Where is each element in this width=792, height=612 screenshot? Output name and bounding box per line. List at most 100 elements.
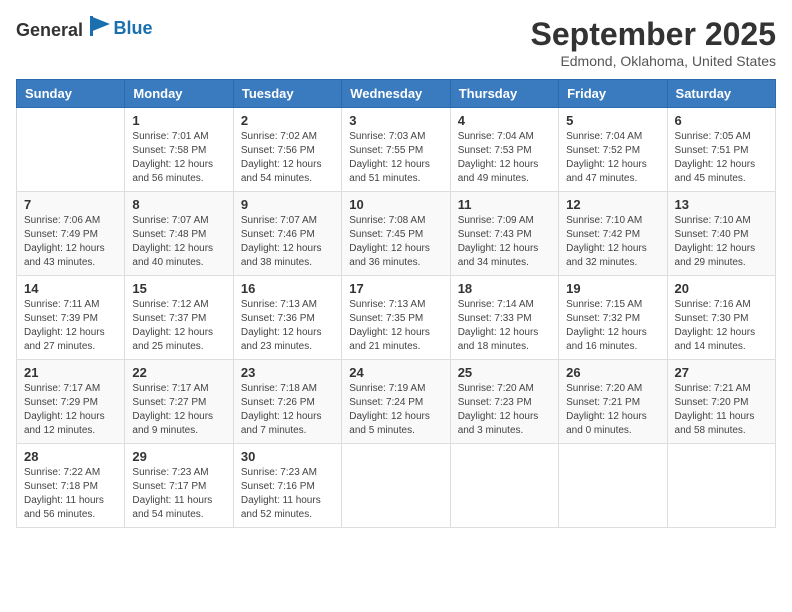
day-number: 21	[24, 365, 117, 380]
day-info: Sunrise: 7:13 AM Sunset: 7:36 PM Dayligh…	[241, 298, 334, 354]
day-info: Sunrise: 7:07 AM Sunset: 7:46 PM Dayligh…	[241, 214, 334, 270]
calendar-cell: 28Sunrise: 7:22 AM Sunset: 7:18 PM Dayli…	[17, 444, 125, 528]
day-number: 20	[675, 281, 768, 296]
calendar-cell: 14 Sunrise: 7:11 AM Sunset: 7:39 PM Dayli…	[17, 276, 125, 360]
calendar-cell: 26 Sunrise: 7:20 AM Sunset: 7:21 PM Dayli…	[559, 360, 667, 444]
calendar-cell: 12 Sunrise: 7:10 AM Sunset: 7:42 PM Dayli…	[559, 192, 667, 276]
day-number: 26	[566, 365, 659, 380]
day-number: 7	[24, 197, 117, 212]
day-number: 8	[132, 197, 225, 212]
day-info: Sunrise: 7:21 AM Sunset: 7:20 PM Dayligh…	[675, 382, 768, 438]
day-info: Sunrise: 7:08 AM Sunset: 7:45 PM Dayligh…	[349, 214, 442, 270]
calendar-cell: 4Sunrise: 7:04 AM Sunset: 7:53 PM Daylig…	[450, 108, 558, 192]
day-info: Sunrise: 7:18 AM Sunset: 7:26 PM Dayligh…	[241, 382, 334, 438]
day-info: Sunrise: 7:13 AM Sunset: 7:35 PM Dayligh…	[349, 298, 442, 354]
day-number: 14	[24, 281, 117, 296]
day-info: Sunrise: 7:05 AM Sunset: 7:51 PM Dayligh…	[675, 130, 768, 186]
day-info: Sunrise: 7:23 AM Sunset: 7:16 PM Dayligh…	[241, 466, 334, 522]
day-number: 27	[675, 365, 768, 380]
day-number: 2	[241, 113, 334, 128]
calendar-header-row: SundayMondayTuesdayWednesdayThursdayFrid…	[17, 80, 776, 108]
day-info: Sunrise: 7:17 AM Sunset: 7:27 PM Dayligh…	[132, 382, 225, 438]
calendar-week-row: 7Sunrise: 7:06 AM Sunset: 7:49 PM Daylig…	[17, 192, 776, 276]
calendar-cell	[667, 444, 775, 528]
calendar-cell: 9 Sunrise: 7:07 AM Sunset: 7:46 PM Daylig…	[233, 192, 341, 276]
day-number: 11	[458, 197, 551, 212]
calendar-cell: 8Sunrise: 7:07 AM Sunset: 7:48 PM Daylig…	[125, 192, 233, 276]
calendar-cell: 15 Sunrise: 7:12 AM Sunset: 7:37 PM Dayli…	[125, 276, 233, 360]
day-number: 1	[132, 113, 225, 128]
day-info: Sunrise: 7:10 AM Sunset: 7:40 PM Dayligh…	[675, 214, 768, 270]
calendar-week-row: 28Sunrise: 7:22 AM Sunset: 7:18 PM Dayli…	[17, 444, 776, 528]
title-area: September 2025 Edmond, Oklahoma, United …	[531, 16, 776, 69]
day-number: 22	[132, 365, 225, 380]
day-number: 23	[241, 365, 334, 380]
calendar-cell: 11 Sunrise: 7:09 AM Sunset: 7:43 PM Dayli…	[450, 192, 558, 276]
day-number: 5	[566, 113, 659, 128]
day-number: 15	[132, 281, 225, 296]
calendar-cell: 7Sunrise: 7:06 AM Sunset: 7:49 PM Daylig…	[17, 192, 125, 276]
weekday-header-sunday: Sunday	[17, 80, 125, 108]
calendar-week-row: 1 Sunrise: 7:01 AM Sunset: 7:58 PM Daylig…	[17, 108, 776, 192]
day-info: Sunrise: 7:03 AM Sunset: 7:55 PM Dayligh…	[349, 130, 442, 186]
day-info: Sunrise: 7:01 AM Sunset: 7:58 PM Dayligh…	[132, 130, 225, 186]
day-number: 4	[458, 113, 551, 128]
weekday-header-monday: Monday	[125, 80, 233, 108]
month-title: September 2025	[531, 16, 776, 53]
header: General Blue September 2025 Edmond, Okla…	[16, 16, 776, 69]
calendar-cell: 30 Sunrise: 7:23 AM Sunset: 7:16 PM Dayli…	[233, 444, 341, 528]
day-number: 10	[349, 197, 442, 212]
day-info: Sunrise: 7:22 AM Sunset: 7:18 PM Dayligh…	[24, 466, 117, 522]
calendar-cell: 6 Sunrise: 7:05 AM Sunset: 7:51 PM Daylig…	[667, 108, 775, 192]
calendar-cell	[342, 444, 450, 528]
calendar-week-row: 14 Sunrise: 7:11 AM Sunset: 7:39 PM Dayli…	[17, 276, 776, 360]
day-number: 30	[241, 449, 334, 464]
day-info: Sunrise: 7:20 AM Sunset: 7:23 PM Dayligh…	[458, 382, 551, 438]
day-info: Sunrise: 7:20 AM Sunset: 7:21 PM Dayligh…	[566, 382, 659, 438]
day-number: 13	[675, 197, 768, 212]
day-info: Sunrise: 7:10 AM Sunset: 7:42 PM Dayligh…	[566, 214, 659, 270]
day-number: 25	[458, 365, 551, 380]
day-number: 19	[566, 281, 659, 296]
day-info: Sunrise: 7:17 AM Sunset: 7:29 PM Dayligh…	[24, 382, 117, 438]
day-info: Sunrise: 7:19 AM Sunset: 7:24 PM Dayligh…	[349, 382, 442, 438]
day-info: Sunrise: 7:14 AM Sunset: 7:33 PM Dayligh…	[458, 298, 551, 354]
day-info: Sunrise: 7:09 AM Sunset: 7:43 PM Dayligh…	[458, 214, 551, 270]
calendar-cell: 10 Sunrise: 7:08 AM Sunset: 7:45 PM Dayli…	[342, 192, 450, 276]
calendar-cell: 27 Sunrise: 7:21 AM Sunset: 7:20 PM Dayli…	[667, 360, 775, 444]
day-info: Sunrise: 7:23 AM Sunset: 7:17 PM Dayligh…	[132, 466, 225, 522]
day-info: Sunrise: 7:04 AM Sunset: 7:52 PM Dayligh…	[566, 130, 659, 186]
day-info: Sunrise: 7:12 AM Sunset: 7:37 PM Dayligh…	[132, 298, 225, 354]
day-info: Sunrise: 7:11 AM Sunset: 7:39 PM Dayligh…	[24, 298, 117, 354]
calendar-cell: 21 Sunrise: 7:17 AM Sunset: 7:29 PM Dayli…	[17, 360, 125, 444]
weekday-header-thursday: Thursday	[450, 80, 558, 108]
calendar-week-row: 21 Sunrise: 7:17 AM Sunset: 7:29 PM Dayli…	[17, 360, 776, 444]
weekday-header-friday: Friday	[559, 80, 667, 108]
calendar-cell: 19Sunrise: 7:15 AM Sunset: 7:32 PM Dayli…	[559, 276, 667, 360]
calendar-cell: 17 Sunrise: 7:13 AM Sunset: 7:35 PM Dayli…	[342, 276, 450, 360]
logo-blue-text: Blue	[114, 18, 153, 38]
day-number: 17	[349, 281, 442, 296]
logo: General Blue	[16, 16, 153, 41]
calendar-cell: 24 Sunrise: 7:19 AM Sunset: 7:24 PM Dayli…	[342, 360, 450, 444]
day-number: 9	[241, 197, 334, 212]
calendar-cell: 22 Sunrise: 7:17 AM Sunset: 7:27 PM Dayli…	[125, 360, 233, 444]
calendar-cell: 2Sunrise: 7:02 AM Sunset: 7:56 PM Daylig…	[233, 108, 341, 192]
calendar-cell: 16 Sunrise: 7:13 AM Sunset: 7:36 PM Dayli…	[233, 276, 341, 360]
calendar-cell: 18 Sunrise: 7:14 AM Sunset: 7:33 PM Dayli…	[450, 276, 558, 360]
calendar-table: SundayMondayTuesdayWednesdayThursdayFrid…	[16, 79, 776, 528]
day-number: 24	[349, 365, 442, 380]
day-number: 29	[132, 449, 225, 464]
weekday-header-saturday: Saturday	[667, 80, 775, 108]
location-title: Edmond, Oklahoma, United States	[531, 53, 776, 69]
day-number: 18	[458, 281, 551, 296]
calendar-cell	[17, 108, 125, 192]
calendar-cell: 25 Sunrise: 7:20 AM Sunset: 7:23 PM Dayli…	[450, 360, 558, 444]
day-number: 3	[349, 113, 442, 128]
day-number: 16	[241, 281, 334, 296]
day-number: 12	[566, 197, 659, 212]
calendar-cell: 5 Sunrise: 7:04 AM Sunset: 7:52 PM Daylig…	[559, 108, 667, 192]
calendar-cell: 23 Sunrise: 7:18 AM Sunset: 7:26 PM Dayli…	[233, 360, 341, 444]
day-number: 6	[675, 113, 768, 128]
calendar-cell: 20Sunrise: 7:16 AM Sunset: 7:30 PM Dayli…	[667, 276, 775, 360]
